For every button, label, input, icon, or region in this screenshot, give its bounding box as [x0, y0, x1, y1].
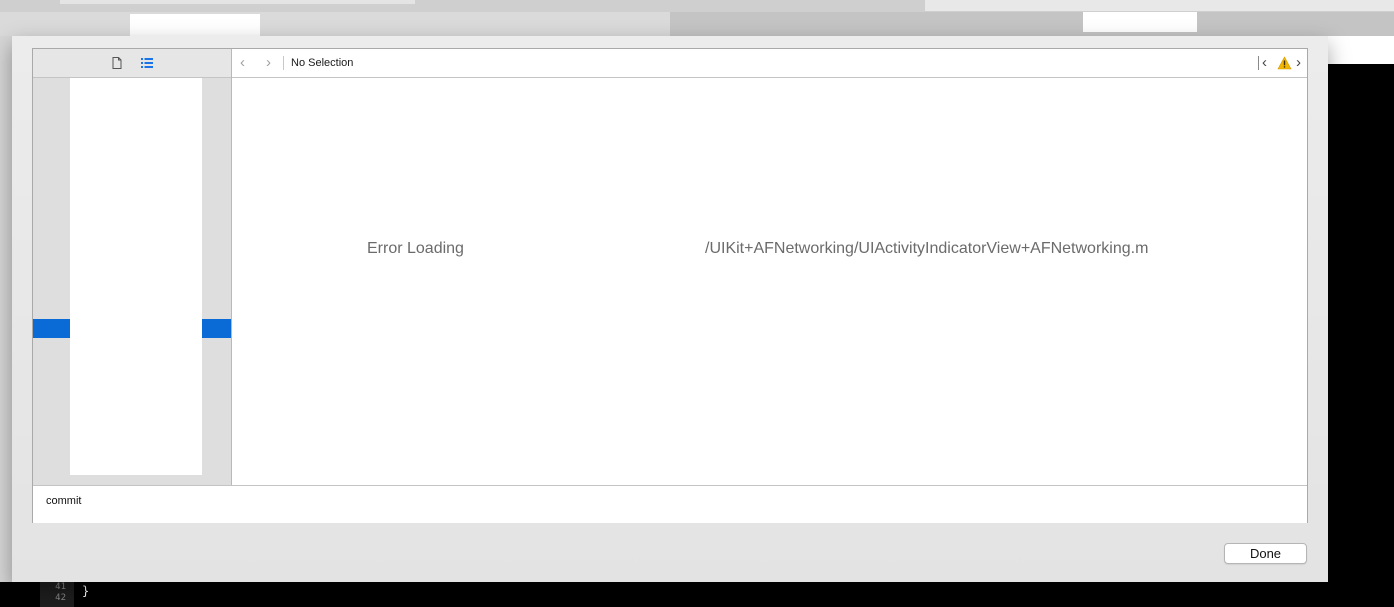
list-icon[interactable] — [140, 56, 154, 70]
background-tab — [925, 0, 1394, 11]
next-issue-icon[interactable]: › — [1296, 54, 1301, 71]
commit-message-text: commit — [46, 495, 82, 507]
background-code-editor — [0, 582, 1394, 607]
jump-bar-selection[interactable]: No Selection — [291, 57, 353, 69]
back-arrow-icon[interactable]: ‹ — [240, 55, 245, 71]
forward-arrow-icon[interactable]: › — [266, 55, 271, 71]
background-field — [130, 14, 260, 38]
file-navigator — [33, 49, 232, 485]
background-tab — [60, 0, 415, 4]
line-number-gutter: 41 42 — [40, 582, 74, 607]
file-list[interactable] — [70, 78, 202, 475]
commit-frame: ‹ › No Selection ‹ › Error Loading /UIKi… — [32, 48, 1308, 523]
background-toolbar-right — [670, 12, 1394, 36]
document-icon[interactable] — [110, 56, 124, 70]
selected-file-row[interactable] — [33, 319, 231, 338]
selected-row-redacted — [70, 319, 202, 338]
warning-icon[interactable] — [1277, 56, 1292, 70]
code-line: } — [82, 584, 90, 598]
line-number: 41 — [55, 582, 66, 592]
done-button[interactable]: Done — [1224, 543, 1307, 564]
background-panel — [1328, 36, 1394, 64]
navigator-toolbar — [33, 49, 231, 78]
previous-issue-icon[interactable]: ‹ — [1262, 54, 1267, 71]
diff-editor: ‹ › No Selection ‹ › Error Loading /UIKi… — [232, 49, 1307, 485]
error-file-path: /UIKit+AFNetworking/UIActivityIndicatorV… — [705, 240, 1149, 257]
background-code-editor — [1328, 64, 1394, 607]
jump-bar: ‹ › No Selection ‹ › — [232, 49, 1307, 78]
jump-bar-divider — [283, 56, 284, 70]
background-field — [1083, 12, 1197, 32]
error-loading-label: Error Loading — [367, 240, 464, 257]
commit-sheet: ‹ › No Selection ‹ › Error Loading /UIKi… — [12, 36, 1328, 582]
jump-bar-divider — [1258, 56, 1259, 70]
commit-message-field[interactable]: commit — [33, 485, 1307, 523]
line-number: 42 — [55, 593, 66, 603]
